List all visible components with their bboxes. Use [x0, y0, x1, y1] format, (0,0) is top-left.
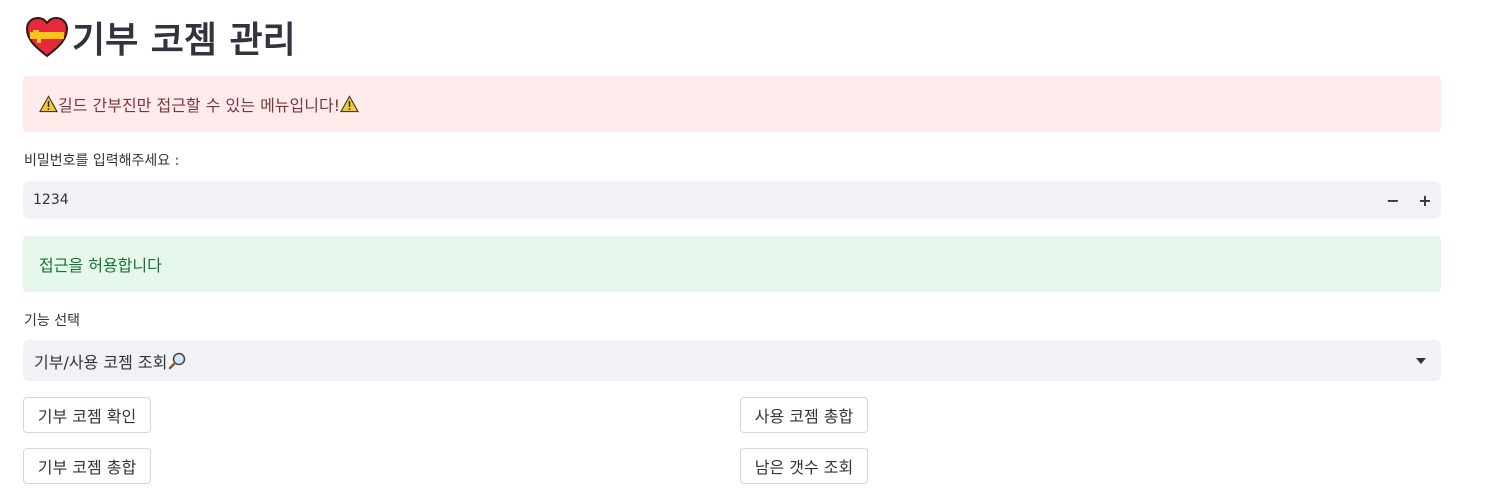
- success-alert: 접근을 허용합니다: [23, 236, 1441, 292]
- password-field[interactable]: [23, 191, 1377, 209]
- page-title-text: 기부 코젬 관리: [72, 20, 296, 61]
- warning-alert: 길드 간부진만 접근할 수 있는 메뉴입니다!: [23, 76, 1441, 132]
- total-used-button[interactable]: 사용 코젬 총합: [740, 397, 868, 433]
- decrement-button[interactable]: −: [1377, 181, 1409, 219]
- page: 기부 코젬 관리 길드 간부진만 접근할 수 있는 메뉴입니다! 비밀번호를 입…: [0, 0, 1485, 500]
- check-donation-button[interactable]: 기부 코젬 확인: [23, 397, 151, 433]
- increment-button[interactable]: +: [1409, 181, 1441, 219]
- password-label: 비밀번호를 입력해주세요 :: [24, 153, 180, 169]
- success-text: 접근을 허용합니다: [39, 256, 162, 275]
- warning-icon: [340, 95, 360, 113]
- magnifier-icon: [169, 352, 186, 369]
- heart-icon: [25, 16, 69, 58]
- password-number-input: − +: [23, 181, 1441, 219]
- chevron-down-icon[interactable]: [1401, 340, 1441, 381]
- function-select-label: 기능 선택: [24, 313, 80, 329]
- warning-text: 길드 간부진만 접근할 수 있는 메뉴입니다!: [58, 96, 341, 115]
- function-select-text: 기부/사용 코젬 조회: [34, 352, 168, 372]
- warning-icon: [39, 95, 58, 113]
- remaining-count-button[interactable]: 남은 갯수 조회: [740, 448, 868, 484]
- page-title: 기부 코젬 관리: [24, 12, 296, 62]
- function-select[interactable]: 기부/사용 코젬 조회: [23, 340, 1441, 381]
- function-select-value: 기부/사용 코젬 조회: [34, 349, 1401, 373]
- total-donation-button[interactable]: 기부 코젬 총합: [23, 448, 151, 484]
